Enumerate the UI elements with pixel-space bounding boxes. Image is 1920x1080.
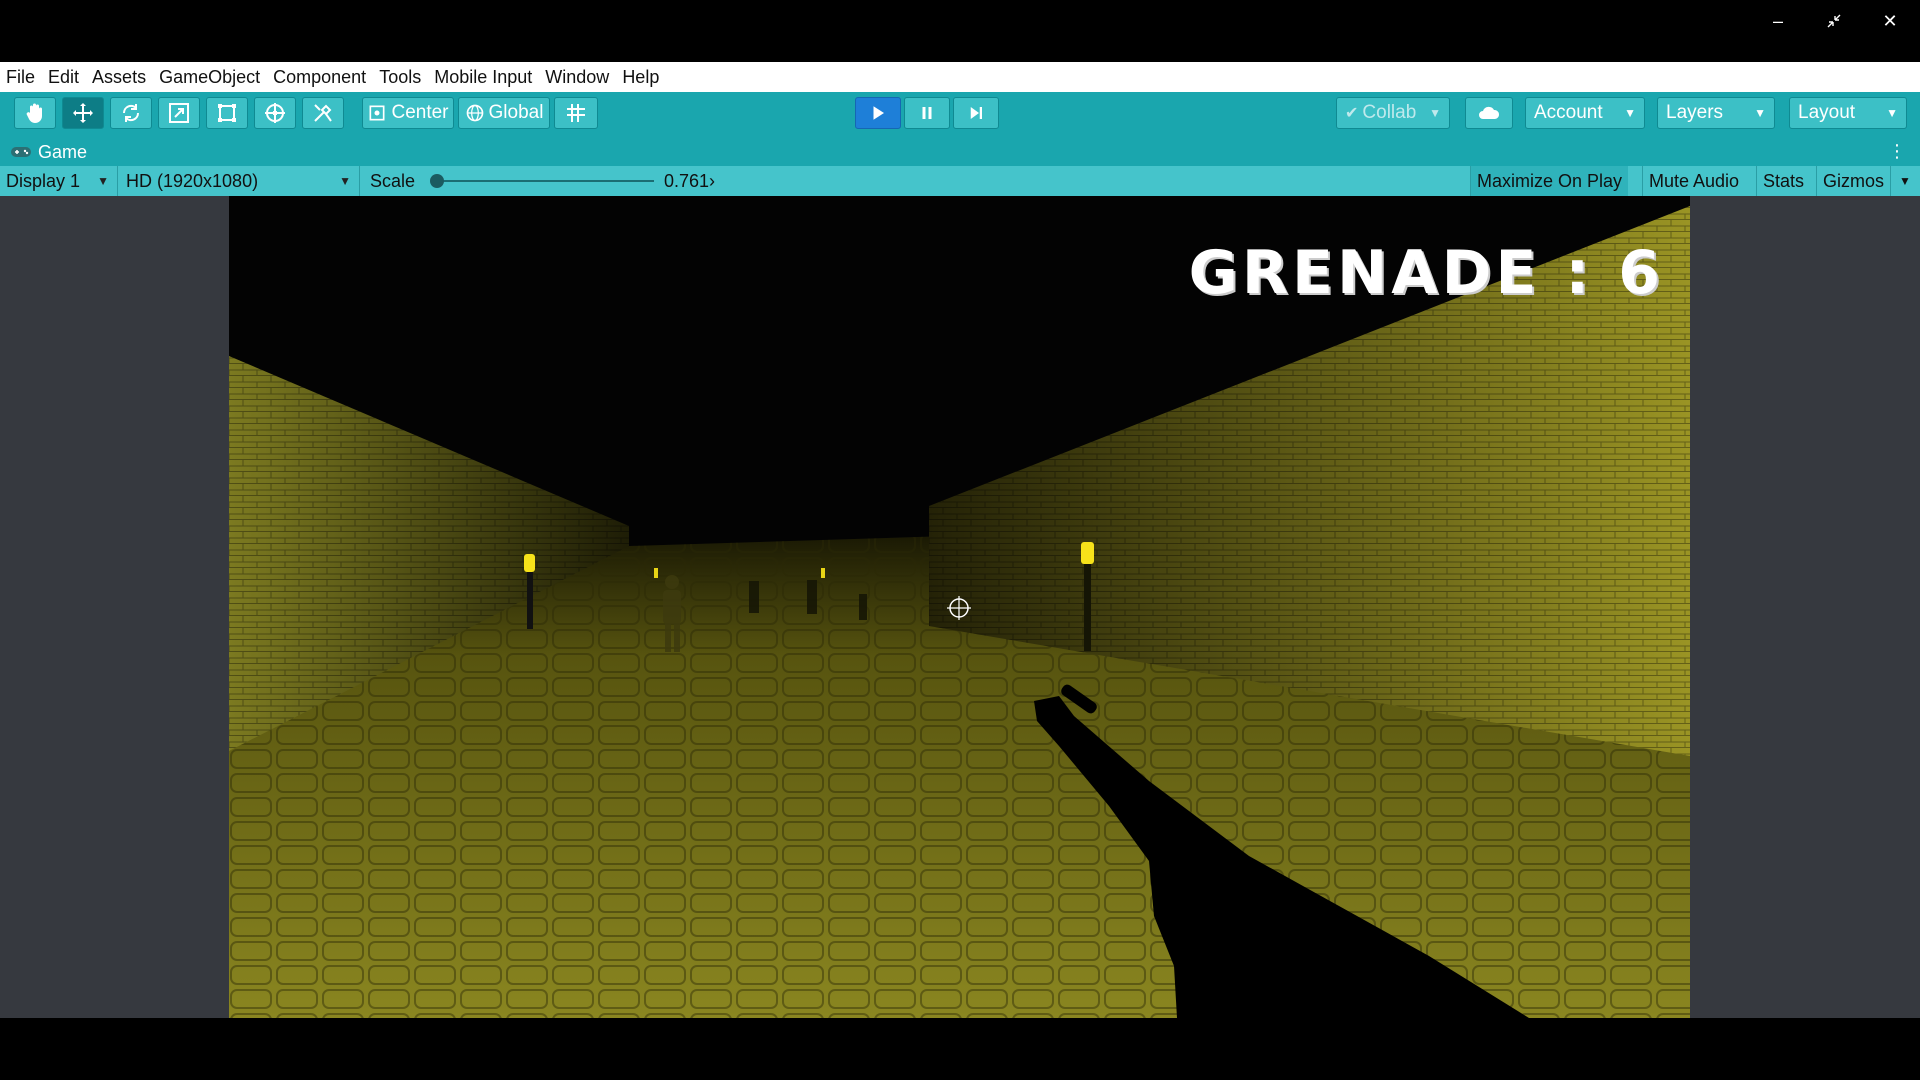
account-dropdown[interactable]: Account ▼	[1525, 97, 1645, 129]
menu-mobile-input[interactable]: Mobile Input	[434, 62, 532, 92]
close-icon[interactable]: ✕	[1862, 4, 1918, 38]
hand-icon	[26, 103, 42, 123]
resolution-label: HD (1920x1080)	[126, 170, 259, 191]
custom-tool-button[interactable]	[302, 97, 344, 129]
menu-window[interactable]: Window	[545, 62, 609, 92]
scale-label: Scale	[370, 171, 416, 191]
tab-game-label: Game	[38, 141, 88, 162]
menu-component[interactable]: Component	[273, 62, 366, 92]
layout-label: Layout	[1798, 102, 1856, 123]
collab-dropdown[interactable]: ✔ Collab ▼	[1336, 97, 1450, 129]
layers-label: Layers	[1666, 102, 1724, 123]
scale-slider-track[interactable]	[436, 180, 654, 182]
minimize-icon[interactable]: –	[1750, 4, 1806, 38]
grid-snap-icon	[567, 104, 585, 122]
display-dropdown[interactable]: Display 1 ▼	[0, 166, 118, 196]
account-label: Account	[1534, 102, 1603, 123]
rect-tool-button[interactable]	[206, 97, 248, 129]
globe-icon	[466, 104, 483, 122]
pause-button[interactable]	[904, 97, 950, 129]
chevron-down-icon: ▼	[339, 174, 351, 188]
layout-dropdown[interactable]: Layout ▼	[1789, 97, 1907, 129]
gizmos-button[interactable]: Gizmos	[1816, 166, 1890, 196]
play-button[interactable]	[855, 97, 901, 129]
menu-file[interactable]: File	[6, 62, 35, 92]
step-icon	[970, 107, 982, 119]
play-icon	[873, 106, 884, 120]
grid-snap-button[interactable]	[554, 97, 598, 129]
menu-tools[interactable]: Tools	[379, 62, 421, 92]
title-bar: – ✕	[0, 0, 1920, 62]
check-icon: ✔	[1345, 105, 1359, 122]
wrench-icon	[314, 104, 332, 122]
gamepad-icon	[11, 147, 31, 157]
game-tab-bar: Game ⋮	[0, 137, 1920, 166]
tab-game[interactable]: Game	[10, 141, 87, 163]
layers-dropdown[interactable]: Layers ▼	[1657, 97, 1775, 129]
main-toolbar: Center Global ✔ Collab ▼ Account ▼ Layer…	[0, 92, 1920, 137]
display-label: Display 1	[6, 170, 81, 191]
chevron-down-icon: ▼	[1886, 106, 1898, 120]
menu-assets[interactable]: Assets	[92, 62, 146, 92]
menu-edit[interactable]: Edit	[48, 62, 79, 92]
game-view-toolbar: Display 1 ▼ HD (1920x1080) ▼ Scale 0.761…	[0, 166, 1920, 196]
menu-gameobject[interactable]: GameObject	[159, 62, 260, 92]
step-button[interactable]	[953, 97, 999, 129]
chevron-down-icon: ▼	[1754, 106, 1766, 120]
restore-icon[interactable]	[1806, 4, 1862, 38]
chevron-down-icon: ▼	[1429, 106, 1441, 120]
game-viewport[interactable]: GRENADE : 6	[229, 196, 1690, 1018]
scale-value: 0.761›	[664, 171, 716, 191]
cloud-icon	[1479, 106, 1500, 119]
move-tool-button[interactable]	[62, 97, 104, 129]
game-scene	[229, 196, 1690, 1018]
scale-icon	[169, 103, 189, 123]
stats-button[interactable]: Stats	[1756, 166, 1810, 196]
rotate-icon	[122, 104, 140, 122]
menu-help[interactable]: Help	[622, 62, 659, 92]
tab-options-icon[interactable]: ⋮	[1888, 141, 1906, 162]
chevron-down-icon: ▼	[97, 174, 109, 188]
scale-tool-button[interactable]	[158, 97, 200, 129]
letterbox-left	[0, 196, 229, 1018]
move-icon	[73, 103, 93, 123]
menu-bar: File Edit Assets GameObject Component To…	[0, 62, 1920, 92]
grenade-counter: GRENADE : 6	[1188, 238, 1664, 308]
bottom-bar	[0, 1018, 1920, 1080]
hand-tool-button[interactable]	[14, 97, 56, 129]
transform-tool-button[interactable]	[254, 97, 296, 129]
pivot-center-button[interactable]: Center	[362, 97, 454, 129]
letterbox-right	[1690, 196, 1920, 1018]
mute-audio-button[interactable]: Mute Audio	[1642, 166, 1745, 196]
maximize-on-play-button[interactable]: Maximize On Play	[1470, 166, 1629, 196]
pause-icon	[922, 107, 932, 119]
pivot-icon	[369, 105, 385, 121]
pivot-global-label: Global	[488, 102, 544, 123]
scale-slider-handle[interactable]	[430, 174, 444, 188]
transform-icon	[265, 103, 285, 123]
rotate-tool-button[interactable]	[110, 97, 152, 129]
gizmos-dropdown-icon[interactable]: ▼	[1890, 166, 1919, 196]
cloud-button[interactable]	[1465, 97, 1513, 129]
pivot-global-button[interactable]: Global	[458, 97, 550, 129]
chevron-down-icon: ▼	[1624, 106, 1636, 120]
resolution-dropdown[interactable]: HD (1920x1080) ▼	[120, 166, 360, 196]
rect-transform-icon	[218, 104, 236, 122]
collab-label: Collab	[1362, 102, 1417, 123]
pivot-center-label: Center	[391, 102, 449, 123]
